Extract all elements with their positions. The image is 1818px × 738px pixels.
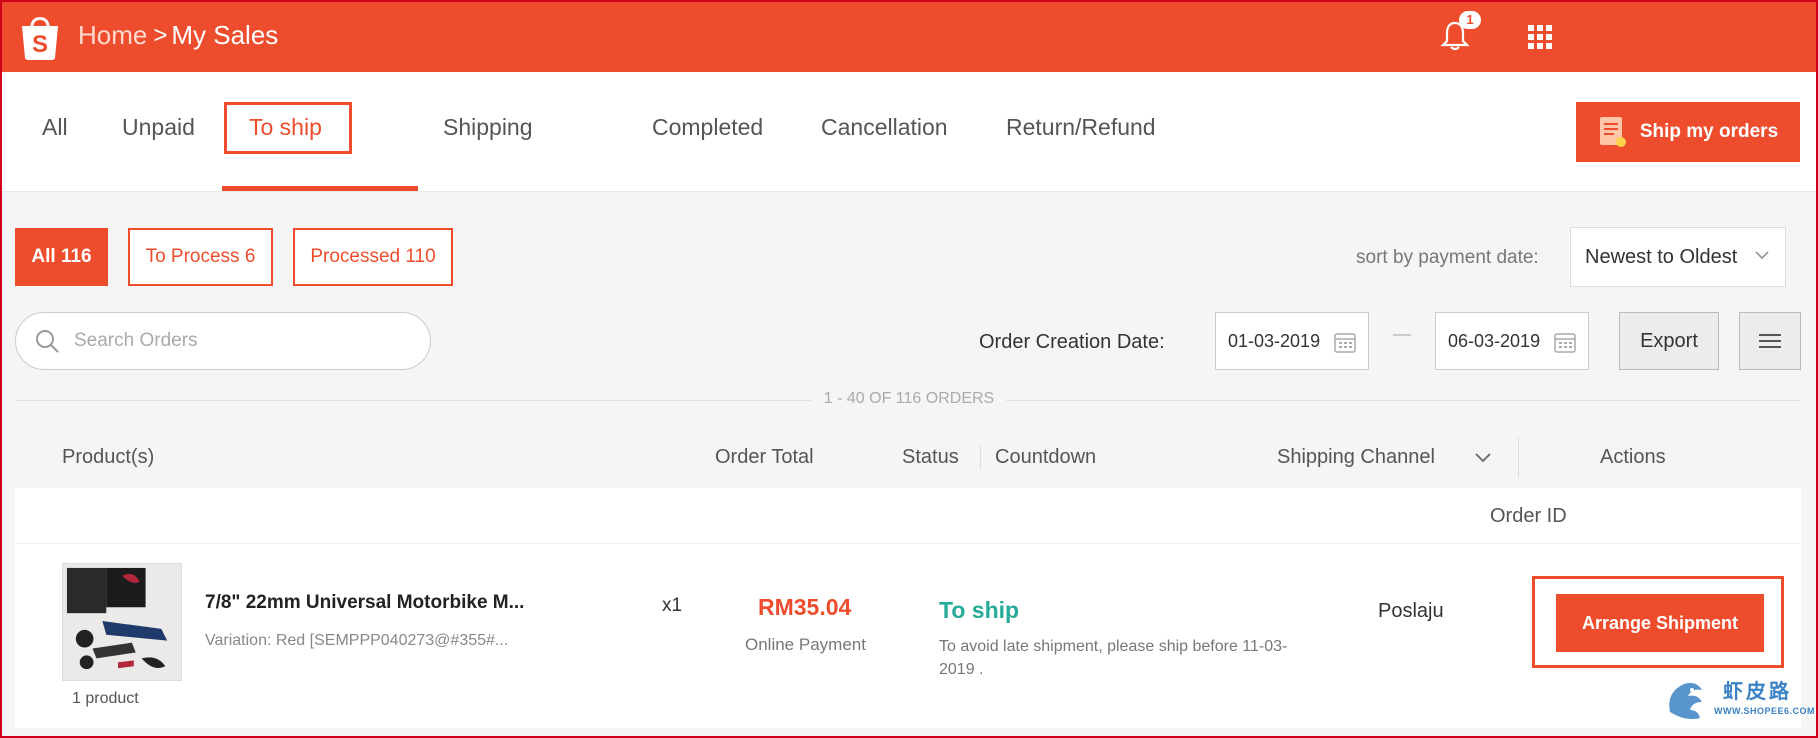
- column-separator: [1518, 438, 1519, 478]
- sort-value: Newest to Oldest: [1585, 245, 1738, 268]
- tab-unpaid[interactable]: Unpaid: [122, 114, 195, 141]
- filter-processed-chip[interactable]: Processed 110: [293, 228, 453, 286]
- page-title: My Sales: [171, 20, 279, 50]
- date-from-field[interactable]: 01-03-2019: [1215, 312, 1369, 370]
- dragon-watermark-icon: [1669, 682, 1702, 720]
- sort-label: sort by payment date:: [1356, 247, 1539, 268]
- breadcrumb: Home > My Sales: [78, 20, 278, 51]
- order-status: To ship: [939, 597, 1020, 623]
- tab-return-refund[interactable]: Return/Refund: [1006, 114, 1156, 141]
- column-separator: [980, 446, 981, 470]
- export-button[interactable]: Export: [1619, 312, 1719, 370]
- breadcrumb-home-link[interactable]: Home: [78, 20, 147, 51]
- tab-all[interactable]: All: [42, 114, 68, 141]
- orders-count-label: 1 - 40 OF 116 ORDERS: [811, 390, 1007, 407]
- tab-to-ship-highlight: [224, 102, 352, 154]
- column-settings-button[interactable]: [1739, 312, 1801, 370]
- product-count: 1 product: [72, 690, 139, 707]
- tab-completed[interactable]: Completed: [652, 114, 763, 141]
- top-navigation-bar: S Home > My Sales 1: [0, 0, 1818, 72]
- date-to-value: 06-03-2019: [1448, 330, 1541, 351]
- product-image: [63, 564, 181, 680]
- watermark-chinese-text: 虾皮路: [1723, 681, 1792, 703]
- calendar-icon: [1554, 333, 1576, 353]
- list-menu-icon: [1759, 334, 1781, 348]
- product-thumbnail[interactable]: [62, 563, 182, 681]
- shipping-channel-value: Poslaju: [1378, 600, 1444, 622]
- shopee-logo-icon[interactable]: S: [18, 12, 62, 62]
- date-range-separator: [1393, 334, 1411, 336]
- notification-badge: 1: [1459, 11, 1481, 29]
- product-variation: Variation: Red [SEMPPP040273@#355#...: [205, 632, 509, 649]
- document-icon: [1599, 117, 1626, 147]
- orders-count-text: 1 - 40 OF 116 ORDERS: [0, 390, 1818, 408]
- ship-before-note: To avoid late shipment, please ship befo…: [939, 638, 1288, 678]
- column-header-shipping-channel[interactable]: Shipping Channel: [1277, 446, 1435, 469]
- filter-all-chip[interactable]: All 116: [15, 228, 108, 286]
- order-total-amount: RM35.04: [758, 594, 852, 620]
- ship-my-orders-button[interactable]: Ship my orders: [1576, 102, 1800, 162]
- active-tab-indicator: [222, 186, 418, 191]
- column-header-actions: Actions: [1600, 446, 1666, 468]
- column-header-order-total: Order Total: [715, 446, 814, 468]
- watermark-url-text: WWW.SHOPEE6.COM: [1714, 706, 1816, 716]
- ship-my-orders-label: Ship my orders: [1639, 121, 1779, 142]
- date-from-value: 01-03-2019: [1228, 330, 1321, 351]
- product-name-link[interactable]: 7/8" 22mm Universal Motorbike M...: [205, 592, 524, 614]
- payment-method: Online Payment: [745, 635, 866, 654]
- filter-to-process-chip[interactable]: To Process 6: [128, 228, 273, 286]
- chevron-down-icon[interactable]: [1473, 449, 1493, 467]
- tab-cancellation[interactable]: Cancellation: [821, 114, 948, 141]
- sort-dropdown[interactable]: Newest to Oldest: [1570, 227, 1786, 287]
- chevron-down-icon: [1755, 251, 1769, 260]
- column-header-status: Status: [902, 446, 959, 468]
- breadcrumb-separator: >: [153, 21, 168, 49]
- calendar-icon: [1334, 333, 1356, 353]
- order-creation-date-label: Order Creation Date:: [979, 331, 1165, 353]
- date-to-field[interactable]: 06-03-2019: [1435, 312, 1589, 370]
- column-header-countdown: Countdown: [995, 446, 1097, 468]
- search-icon: [36, 330, 59, 353]
- column-header-products: Product(s): [62, 446, 155, 468]
- search-orders-input[interactable]: [74, 330, 394, 352]
- tab-shipping[interactable]: Shipping: [443, 114, 533, 141]
- order-id-label: Order ID: [1490, 505, 1567, 527]
- logo-letter: S: [32, 31, 48, 58]
- apps-grid-icon[interactable]: [1528, 25, 1552, 49]
- arrange-shipment-button[interactable]: Arrange Shipment: [1556, 594, 1764, 652]
- product-quantity: x1: [662, 595, 683, 616]
- search-box: [15, 312, 431, 370]
